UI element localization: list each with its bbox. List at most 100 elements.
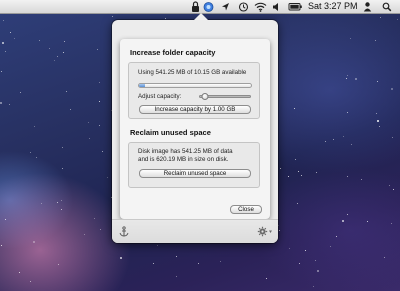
star xyxy=(346,78,347,79)
star xyxy=(343,136,344,137)
star xyxy=(220,261,221,262)
star xyxy=(347,214,348,215)
star xyxy=(305,250,306,251)
volume-icon[interactable] xyxy=(272,0,282,13)
capacity-popover: Increase folder capacity Using 541.25 MB… xyxy=(112,13,278,243)
star xyxy=(377,81,378,82)
star xyxy=(61,200,62,201)
star xyxy=(57,56,58,57)
location-arrow-icon[interactable] xyxy=(221,0,230,13)
star xyxy=(39,40,40,41)
star xyxy=(176,276,177,277)
popover-footer xyxy=(112,219,278,243)
star xyxy=(375,40,376,41)
capacity-usage-fill xyxy=(139,84,145,87)
star xyxy=(64,41,65,42)
star xyxy=(176,256,177,257)
star xyxy=(333,139,334,140)
star xyxy=(99,125,100,126)
star xyxy=(19,272,20,273)
star xyxy=(351,144,352,145)
slider-knob[interactable] xyxy=(201,93,209,100)
gear-icon[interactable] xyxy=(257,226,273,237)
menu-bar-clock[interactable]: Sat 3:27 PM xyxy=(308,0,358,13)
star xyxy=(299,263,300,264)
star xyxy=(5,51,6,52)
star xyxy=(391,88,393,90)
reclaim-group-box: Disk image has 541.25 MB of data and is … xyxy=(128,142,260,188)
star xyxy=(165,18,166,19)
star xyxy=(1,245,2,246)
star xyxy=(112,16,113,17)
star xyxy=(1,71,2,72)
wifi-icon[interactable] xyxy=(254,0,267,13)
anchor-icon[interactable] xyxy=(119,226,129,237)
reclaim-section-title: Reclaim unused space xyxy=(130,128,211,137)
reclaim-unused-space-button[interactable]: Reclaim unused space xyxy=(139,169,251,178)
star xyxy=(336,236,337,237)
star xyxy=(325,141,326,142)
popover-arrow xyxy=(194,13,208,20)
disk-image-info-line1: Disk image has 541.25 MB of data xyxy=(138,148,233,155)
star xyxy=(392,137,393,138)
star xyxy=(342,220,344,222)
star xyxy=(20,92,21,93)
star xyxy=(315,260,316,261)
star xyxy=(102,151,103,152)
star xyxy=(153,263,154,264)
star xyxy=(66,91,67,92)
star xyxy=(379,126,380,127)
star xyxy=(301,175,302,176)
star xyxy=(313,286,314,287)
time-machine-icon[interactable] xyxy=(238,0,249,13)
star xyxy=(61,209,62,210)
star xyxy=(100,229,101,230)
star xyxy=(14,38,15,39)
star xyxy=(377,120,379,122)
star xyxy=(367,221,368,222)
star xyxy=(2,42,4,44)
star xyxy=(389,185,390,186)
close-button[interactable]: Close xyxy=(230,205,262,214)
star xyxy=(297,203,298,204)
adjust-capacity-label: Adjust capacity: xyxy=(138,93,182,100)
star xyxy=(36,157,37,158)
star xyxy=(30,281,31,282)
battery-icon[interactable] xyxy=(288,0,303,13)
spotlight-icon[interactable] xyxy=(382,0,392,13)
star xyxy=(120,257,122,259)
increase-capacity-button[interactable]: Increase capacity by 1.00 GB xyxy=(139,105,251,114)
star xyxy=(33,241,35,243)
star xyxy=(330,246,331,247)
star xyxy=(70,109,71,110)
star xyxy=(347,176,348,177)
star xyxy=(9,104,10,105)
star xyxy=(97,49,98,50)
star xyxy=(54,60,55,61)
app-status-icon[interactable] xyxy=(203,0,214,13)
star xyxy=(58,264,59,265)
star xyxy=(107,177,108,178)
star xyxy=(288,176,289,177)
star xyxy=(99,82,100,83)
star xyxy=(298,171,299,172)
lock-icon[interactable] xyxy=(191,0,200,13)
star xyxy=(295,159,296,160)
star xyxy=(317,270,319,272)
star xyxy=(266,278,267,279)
star xyxy=(279,230,280,231)
adjust-capacity-slider[interactable] xyxy=(199,93,251,100)
user-icon[interactable] xyxy=(363,0,372,13)
star xyxy=(3,20,4,21)
star xyxy=(62,147,63,148)
star xyxy=(294,108,295,109)
star xyxy=(384,257,385,258)
star xyxy=(289,248,290,249)
star xyxy=(49,48,50,49)
star xyxy=(99,101,100,102)
usage-text: Using 541.25 MB of 10.15 GB available xyxy=(138,69,247,76)
star xyxy=(41,203,42,204)
star xyxy=(355,78,357,80)
star xyxy=(84,234,85,235)
star xyxy=(278,225,279,226)
